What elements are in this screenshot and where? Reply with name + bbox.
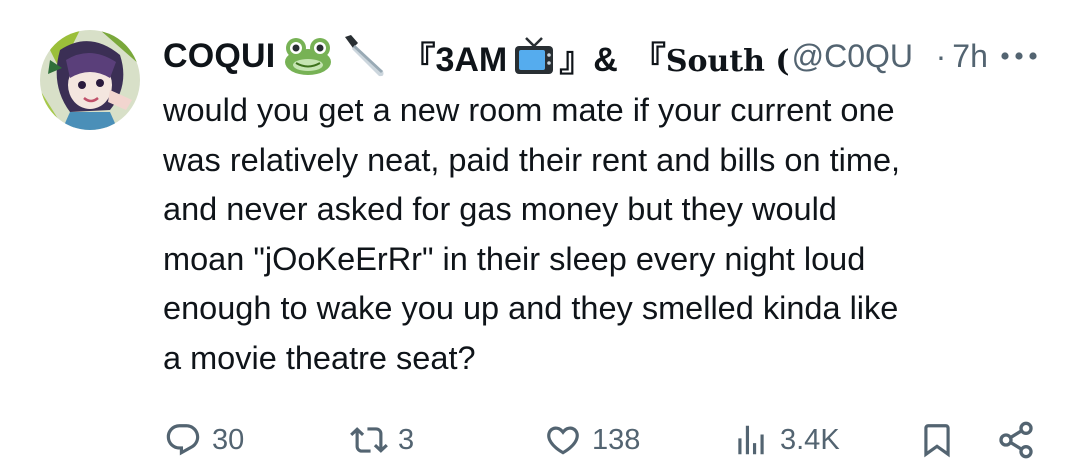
tweet-time[interactable]: 7h bbox=[952, 38, 988, 75]
reply-button[interactable]: 30 bbox=[164, 415, 244, 465]
title-3am-text: 『3AM bbox=[401, 40, 508, 79]
avatar[interactable] bbox=[40, 30, 140, 130]
heart-icon bbox=[544, 421, 582, 459]
repost-button[interactable]: 3 bbox=[350, 415, 414, 465]
views-count: 3.4K bbox=[780, 423, 840, 456]
title-ampersand-text: 』& bbox=[559, 40, 618, 79]
title-south-text: South ( bbox=[665, 43, 790, 79]
action-bar: 30 3 138 3.4K bbox=[160, 415, 1040, 465]
more-dots-icon bbox=[999, 50, 1039, 62]
views-button[interactable]: 3.4K bbox=[732, 415, 840, 465]
tweet-text: would you get a new room mate if your cu… bbox=[163, 92, 901, 376]
frog-face-icon bbox=[283, 36, 333, 76]
handle-and-time: @C0QU · 7h bbox=[790, 38, 988, 75]
like-count: 138 bbox=[592, 423, 641, 456]
share-icon bbox=[996, 420, 1036, 460]
tweet-header: COQUI 『3AM 』& 『South (@C0QU · 7h bbox=[163, 30, 1063, 82]
television-icon bbox=[513, 36, 555, 76]
like-button[interactable]: 138 bbox=[544, 415, 640, 465]
bookmark-icon bbox=[918, 421, 956, 459]
views-chart-icon bbox=[732, 421, 770, 459]
separator-dot: · bbox=[935, 37, 947, 74]
reply-icon bbox=[164, 421, 202, 459]
name-title-3am: 『3AM bbox=[401, 32, 507, 81]
name-title-south: 『South ( bbox=[632, 32, 790, 81]
bookmark-button[interactable] bbox=[918, 415, 956, 465]
title-south-bracket: 『 bbox=[631, 40, 666, 79]
user-handle[interactable]: @C0QU bbox=[792, 38, 932, 75]
name-title-separator: 』& bbox=[559, 32, 618, 81]
repost-count: 3 bbox=[398, 423, 415, 456]
reply-count: 30 bbox=[212, 423, 245, 456]
display-name[interactable]: COQUI bbox=[163, 37, 275, 76]
kitchen-knife-icon bbox=[341, 33, 387, 79]
repost-icon bbox=[350, 421, 388, 459]
more-options-button[interactable] bbox=[998, 40, 1040, 72]
share-button[interactable] bbox=[996, 415, 1036, 465]
tweet-card[interactable]: COQUI 『3AM 』& 『South (@C0QU · 7h would … bbox=[0, 0, 1079, 467]
